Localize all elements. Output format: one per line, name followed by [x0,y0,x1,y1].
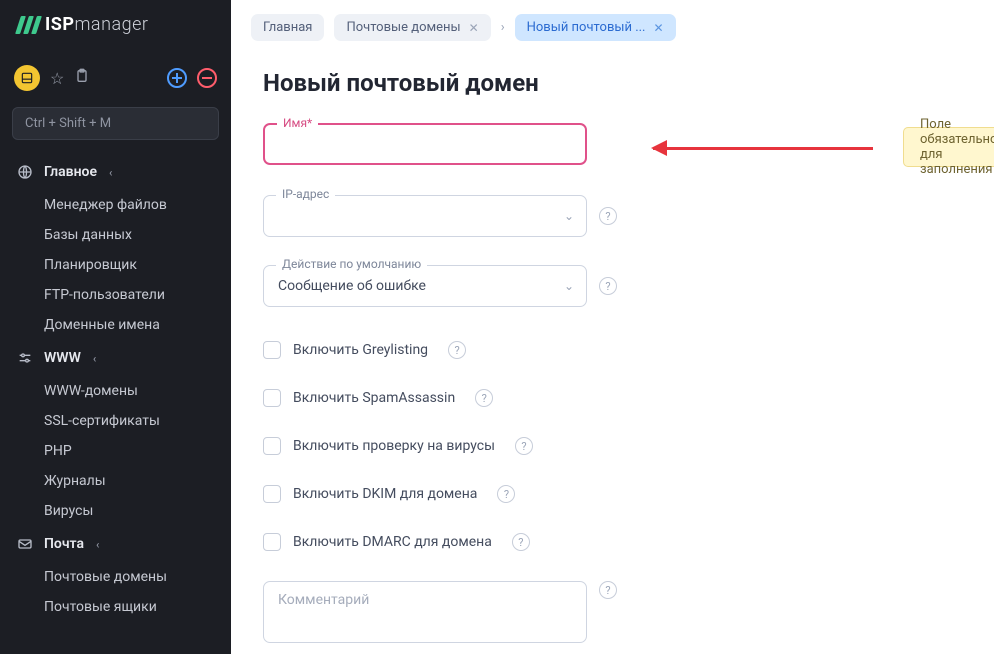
name-field[interactable]: Имя* [263,123,587,165]
nav-group-main[interactable]: Главное ‹ [0,154,231,190]
greylisting-checkbox[interactable] [263,341,281,359]
field-label: IP-адрес [276,187,335,201]
sidebar-toolbar: ☆ [0,57,231,103]
ip-value [264,196,586,236]
dkim-label: Включить DKIM для домена [293,486,477,502]
quick-search-input[interactable]: Ctrl + Shift + M [12,107,219,140]
logo-bars-icon [18,16,39,34]
sidebar-item-mailboxes[interactable]: Почтовые ящики [0,592,231,622]
breadcrumb: Главная Почтовые домены ✕ › Новый почтов… [231,0,994,51]
close-icon[interactable]: ✕ [653,21,663,35]
greylisting-label: Включить Greylisting [293,342,428,358]
name-input[interactable] [265,125,585,163]
crumb-label: Почтовые домены [346,20,460,35]
crumb-new-mail-domain[interactable]: Новый почтовый ... ✕ [515,14,676,41]
nav-group-www[interactable]: WWW ‹ [0,340,231,376]
sidebar-item-databases[interactable]: Базы данных [0,220,231,250]
field-label: Имя* [277,116,318,130]
nav-group-label: Главное [44,164,97,180]
help-icon[interactable]: ? [475,389,493,407]
mail-icon [16,536,34,552]
help-icon[interactable]: ? [599,581,617,599]
chevron-left-icon: ‹ [96,538,99,551]
chevron-left-icon: ‹ [109,166,112,179]
page-title: Новый почтовый домен [263,69,962,97]
crumb-label: Новый почтовый ... [527,20,646,35]
sidebar-item-mail-domains[interactable]: Почтовые домены [0,562,231,592]
field-label: Действие по умолчанию [276,257,427,271]
required-tooltip: Поле обязательно для заполнения ✕ [903,127,994,167]
error-arrow-annotation [653,141,873,155]
help-icon[interactable]: ? [515,437,533,455]
sidebar-item-www-domains[interactable]: WWW-домены [0,376,231,406]
sidebar-item-ssl-certs[interactable]: SSL-сертификаты [0,406,231,436]
globe-icon [16,164,34,180]
virus-check-label: Включить проверку на вирусы [293,438,495,454]
help-icon[interactable]: ? [448,341,466,359]
sidebar-item-ftp-users[interactable]: FTP-пользователи [0,280,231,310]
user-circle-icon[interactable] [14,65,40,91]
sidebar-item-php[interactable]: PHP [0,436,231,466]
help-icon[interactable]: ? [599,277,617,295]
help-icon[interactable]: ? [512,533,530,551]
sliders-icon [16,350,34,366]
logo-text: ISPmanager [45,14,148,35]
spamassassin-checkbox[interactable] [263,389,281,407]
spamassassin-label: Включить SpamAssassin [293,390,455,406]
sidebar: ISPmanager ☆ Ctrl + Shift + M Главное ‹ … [0,0,231,654]
dmarc-label: Включить DMARC для домена [293,534,492,550]
add-button[interactable] [167,68,187,88]
help-icon[interactable]: ? [599,207,617,225]
chevron-right-icon: › [501,20,505,35]
crumb-mail-domains[interactable]: Почтовые домены ✕ [334,14,490,41]
help-icon[interactable]: ? [497,485,515,503]
close-icon[interactable]: ✕ [469,21,479,35]
nav-group-label: WWW [44,350,81,366]
sidebar-item-viruses[interactable]: Вирусы [0,496,231,526]
nav-group-label: Почта [44,536,84,552]
remove-button[interactable] [197,68,217,88]
crumb-home[interactable]: Главная [251,14,324,41]
star-icon[interactable]: ☆ [50,69,64,88]
chevron-left-icon: ‹ [93,352,96,365]
nav-group-mail[interactable]: Почта ‹ [0,526,231,562]
sidebar-item-logs[interactable]: Журналы [0,466,231,496]
sidebar-item-domain-names[interactable]: Доменные имена [0,310,231,340]
ip-address-select[interactable]: IP-адрес ⌄ [263,195,587,237]
virus-check-checkbox[interactable] [263,437,281,455]
sidebar-item-scheduler[interactable]: Планировщик [0,250,231,280]
tooltip-text: Поле обязательно для заполнения [920,117,994,177]
clipboard-icon[interactable] [74,68,90,88]
page-body: Новый почтовый домен Имя* Поле обязатель… [231,51,994,661]
dkim-checkbox[interactable] [263,485,281,503]
main-panel: Главная Почтовые домены ✕ › Новый почтов… [231,0,994,654]
default-action-value: Сообщение об ошибке [264,266,586,306]
default-action-select[interactable]: Действие по умолчанию Сообщение об ошибк… [263,265,587,307]
comment-textarea[interactable] [263,581,587,643]
sidebar-item-file-manager[interactable]: Менеджер файлов [0,190,231,220]
logo[interactable]: ISPmanager [0,0,231,57]
dmarc-checkbox[interactable] [263,533,281,551]
